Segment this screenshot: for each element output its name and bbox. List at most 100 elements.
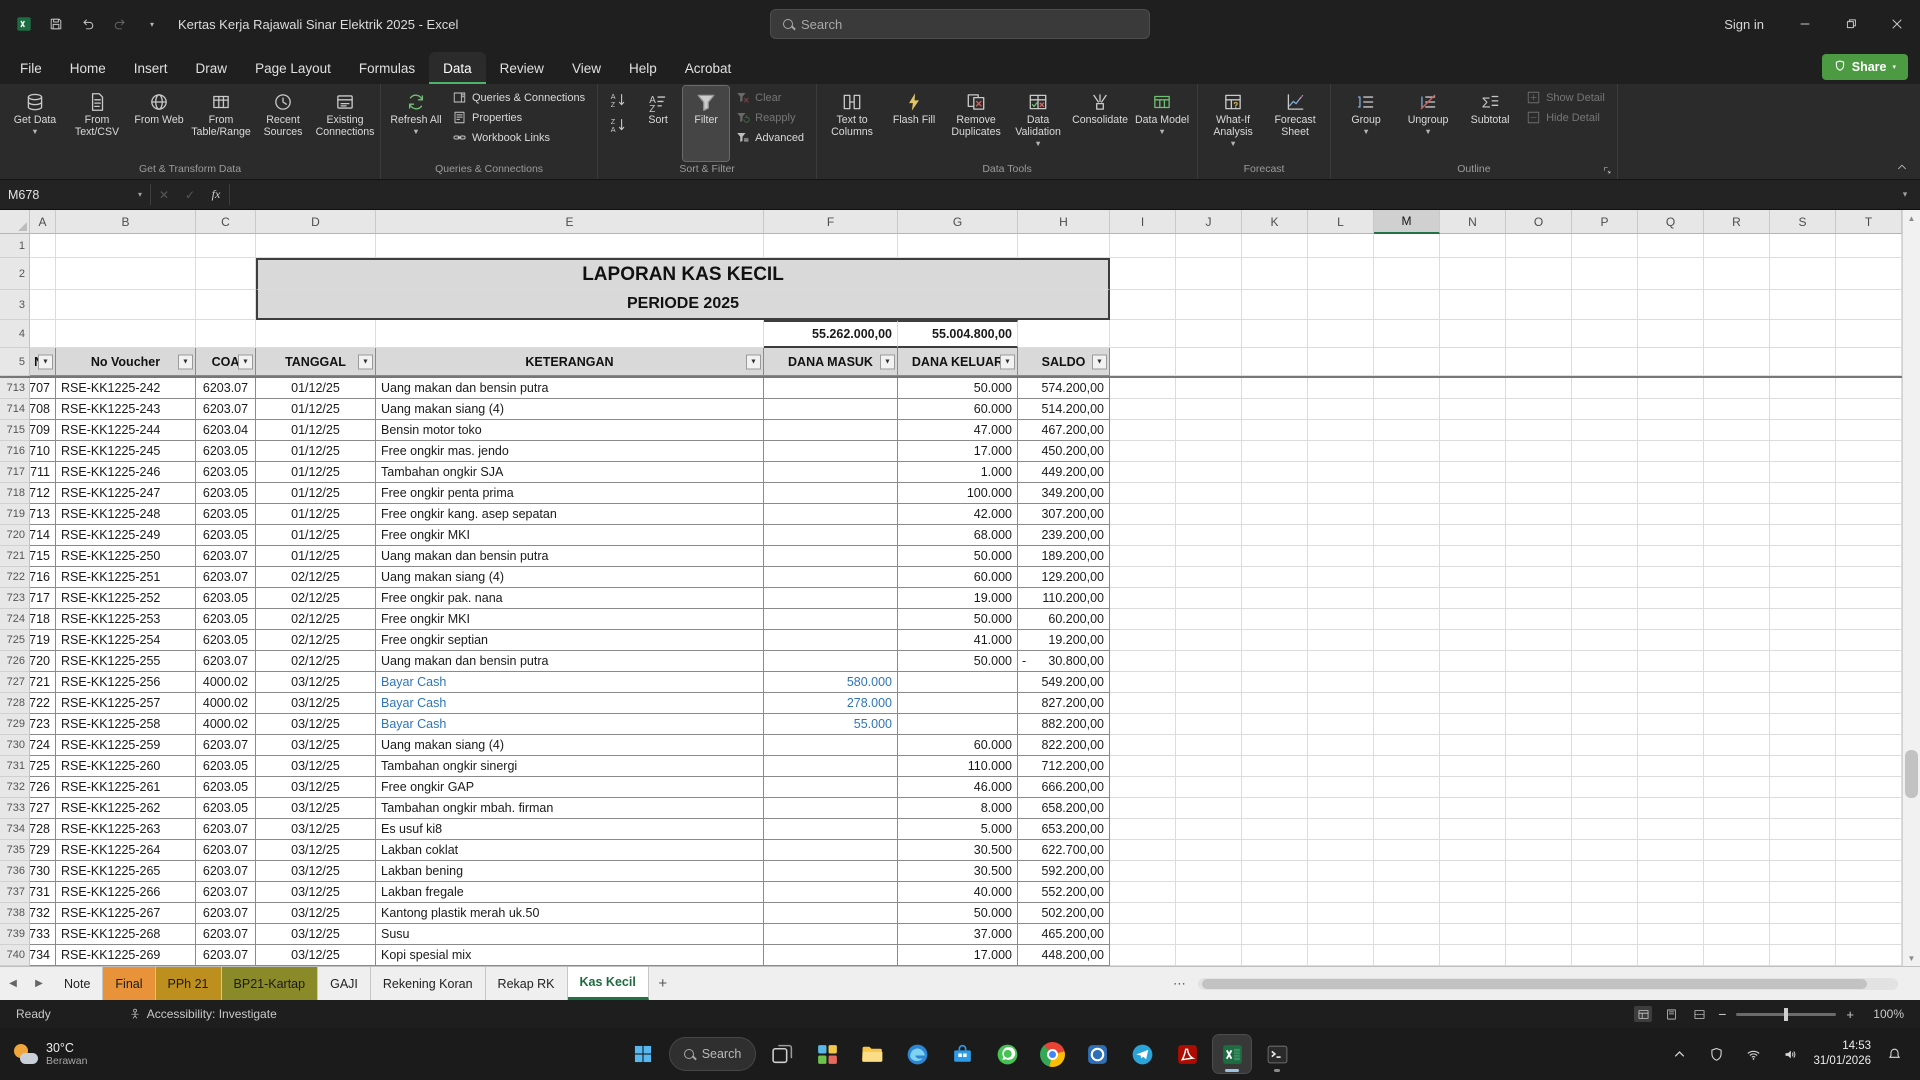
cell-J[interactable]: [1176, 483, 1242, 504]
cell-L[interactable]: [1308, 714, 1374, 735]
cell-B720[interactable]: RSE-KK1225-249: [56, 525, 196, 546]
cell-P[interactable]: [1572, 399, 1638, 420]
cell-I[interactable]: [1110, 672, 1176, 693]
cell-A[interactable]: [30, 258, 56, 290]
column-header-P[interactable]: P: [1572, 210, 1638, 234]
cell-Q[interactable]: [1638, 861, 1704, 882]
cell-L[interactable]: [1308, 945, 1374, 966]
cell-K[interactable]: [1242, 378, 1308, 399]
cell-K[interactable]: [1242, 672, 1308, 693]
data-validation-button[interactable]: Data Validation▼: [1008, 86, 1068, 161]
cell-R[interactable]: [1704, 525, 1770, 546]
cell-N[interactable]: [1440, 546, 1506, 567]
cell-H723[interactable]: 110.200,00: [1018, 588, 1110, 609]
cell-F721[interactable]: [764, 546, 898, 567]
cell-C[interactable]: [196, 258, 256, 290]
cell-O[interactable]: [1506, 609, 1572, 630]
cell-C737[interactable]: 6203.07: [196, 882, 256, 903]
cell-M[interactable]: [1374, 861, 1440, 882]
cell-I[interactable]: [1110, 903, 1176, 924]
cell-I[interactable]: [1110, 588, 1176, 609]
cell-H738[interactable]: 502.200,00: [1018, 903, 1110, 924]
cell-O[interactable]: [1506, 378, 1572, 399]
cell-J[interactable]: [1176, 630, 1242, 651]
cell-B740[interactable]: RSE-KK1225-269: [56, 945, 196, 966]
cell-G728[interactable]: [898, 693, 1018, 714]
from-web-button[interactable]: From Web: [129, 86, 189, 161]
cell-D720[interactable]: 01/12/25: [256, 525, 376, 546]
cell-Q[interactable]: [1638, 903, 1704, 924]
cell-I[interactable]: [1110, 258, 1176, 290]
cell-M[interactable]: [1374, 378, 1440, 399]
column-header-D[interactable]: D: [256, 210, 376, 234]
cell-F734[interactable]: [764, 819, 898, 840]
save-button[interactable]: [42, 10, 70, 38]
cell-B721[interactable]: RSE-KK1225-250: [56, 546, 196, 567]
close-button[interactable]: [1874, 0, 1920, 48]
cell-E730[interactable]: Uang makan siang (4): [376, 735, 764, 756]
cell-S[interactable]: [1770, 819, 1836, 840]
cell-P[interactable]: [1572, 609, 1638, 630]
cell-F736[interactable]: [764, 861, 898, 882]
vertical-scroll-thumb[interactable]: [1905, 750, 1918, 798]
row-header-733[interactable]: 733: [0, 798, 30, 819]
cell-L[interactable]: [1308, 483, 1374, 504]
cell-J[interactable]: [1176, 546, 1242, 567]
cell-M[interactable]: [1374, 504, 1440, 525]
cell-T[interactable]: [1836, 609, 1902, 630]
cell-A735[interactable]: 729: [30, 840, 56, 861]
column-header-R[interactable]: R: [1704, 210, 1770, 234]
cell-K[interactable]: [1242, 819, 1308, 840]
cell-L[interactable]: [1308, 348, 1374, 376]
cell-O[interactable]: [1506, 420, 1572, 441]
cell-T[interactable]: [1836, 819, 1902, 840]
cell-T[interactable]: [1836, 420, 1902, 441]
cell-B727[interactable]: RSE-KK1225-256: [56, 672, 196, 693]
cell-K[interactable]: [1242, 903, 1308, 924]
cell-A733[interactable]: 727: [30, 798, 56, 819]
cell-C726[interactable]: 6203.07: [196, 651, 256, 672]
cell-Q[interactable]: [1638, 378, 1704, 399]
cell-L[interactable]: [1308, 693, 1374, 714]
cell-O[interactable]: [1506, 861, 1572, 882]
cell-M[interactable]: [1374, 924, 1440, 945]
cell-I[interactable]: [1110, 861, 1176, 882]
collapse-ribbon-button[interactable]: [1892, 159, 1912, 175]
cell-P[interactable]: [1572, 756, 1638, 777]
cell-F724[interactable]: [764, 609, 898, 630]
cell-O[interactable]: [1506, 693, 1572, 714]
cell-P[interactable]: [1572, 441, 1638, 462]
cell-P[interactable]: [1572, 693, 1638, 714]
ribbon-tab-review[interactable]: Review: [486, 52, 558, 84]
cell-K[interactable]: [1242, 348, 1308, 376]
cell-M[interactable]: [1374, 714, 1440, 735]
cell-M[interactable]: [1374, 525, 1440, 546]
get-data-button[interactable]: Get Data▼: [5, 86, 65, 161]
cell-E[interactable]: [376, 234, 764, 258]
cell-J[interactable]: [1176, 903, 1242, 924]
cell-N[interactable]: [1440, 861, 1506, 882]
cell-S[interactable]: [1770, 258, 1836, 290]
horizontal-scroll-thumb[interactable]: [1202, 979, 1867, 989]
cell-G724[interactable]: 50.000: [898, 609, 1018, 630]
cell-N[interactable]: [1440, 840, 1506, 861]
cell-Q[interactable]: [1638, 714, 1704, 735]
cell-M[interactable]: [1374, 441, 1440, 462]
row-header-738[interactable]: 738: [0, 903, 30, 924]
cell-L[interactable]: [1308, 903, 1374, 924]
cell-R[interactable]: [1704, 630, 1770, 651]
row-header-728[interactable]: 728: [0, 693, 30, 714]
page-layout-view-button[interactable]: [1662, 1006, 1680, 1022]
row-header-727[interactable]: 727: [0, 672, 30, 693]
column-header-H[interactable]: H: [1018, 210, 1110, 234]
row-header-713[interactable]: 713: [0, 378, 30, 399]
cell-J[interactable]: [1176, 525, 1242, 546]
cell-G725[interactable]: 41.000: [898, 630, 1018, 651]
column-header-B[interactable]: B: [56, 210, 196, 234]
cell-Q[interactable]: [1638, 258, 1704, 290]
cell-Q[interactable]: [1638, 420, 1704, 441]
cell-F719[interactable]: [764, 504, 898, 525]
cell-S[interactable]: [1770, 903, 1836, 924]
titlebar-search-box[interactable]: Search: [770, 9, 1150, 39]
start-button[interactable]: [624, 1035, 662, 1073]
